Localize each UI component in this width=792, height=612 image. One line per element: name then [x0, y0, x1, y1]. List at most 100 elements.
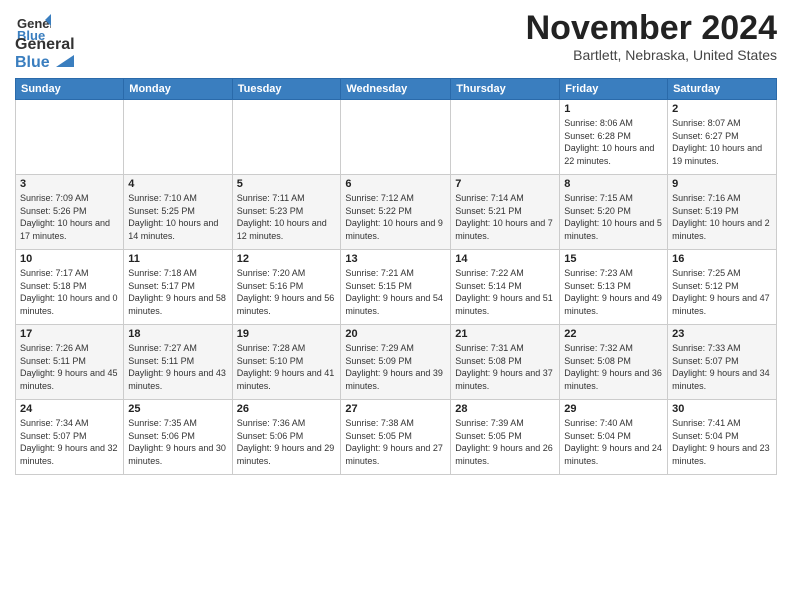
- day-number: 20: [345, 328, 446, 340]
- day-number: 14: [455, 253, 555, 265]
- calendar-table: Sunday Monday Tuesday Wednesday Thursday…: [15, 78, 777, 475]
- day-number: 25: [128, 403, 227, 415]
- day-number: 1: [564, 103, 663, 115]
- day-number: 17: [20, 328, 119, 340]
- day-number: 18: [128, 328, 227, 340]
- day-number: 24: [20, 403, 119, 415]
- calendar-cell: 19 Sunrise: 7:28 AM Sunset: 5:10 PM Dayli…: [232, 325, 341, 400]
- calendar-cell: 7 Sunrise: 7:14 AM Sunset: 5:21 PM Daylig…: [451, 175, 560, 250]
- calendar-cell: 29 Sunrise: 7:40 AM Sunset: 5:04 PM Dayli…: [560, 400, 668, 475]
- day-number: 29: [564, 403, 663, 415]
- day-info: Sunrise: 7:28 AM Sunset: 5:10 PM Dayligh…: [237, 342, 337, 392]
- day-info: Sunrise: 7:27 AM Sunset: 5:11 PM Dayligh…: [128, 342, 227, 392]
- day-number: 21: [455, 328, 555, 340]
- calendar-cell: 28 Sunrise: 7:39 AM Sunset: 5:05 PM Dayli…: [451, 400, 560, 475]
- title-block: November 2024 Bartlett, Nebraska, United…: [526, 10, 777, 63]
- day-number: 9: [672, 178, 772, 190]
- day-info: Sunrise: 7:10 AM Sunset: 5:25 PM Dayligh…: [128, 192, 227, 242]
- month-year: November 2024: [526, 10, 777, 47]
- day-info: Sunrise: 7:14 AM Sunset: 5:21 PM Dayligh…: [455, 192, 555, 242]
- day-number: 16: [672, 253, 772, 265]
- day-number: 10: [20, 253, 119, 265]
- day-number: 2: [672, 103, 772, 115]
- day-info: Sunrise: 8:06 AM Sunset: 6:28 PM Dayligh…: [564, 117, 663, 167]
- calendar-cell: 13Sunrise: 7:21 AM Sunset: 5:15 PM Dayli…: [341, 250, 451, 325]
- calendar-cell: [232, 100, 341, 175]
- day-info: Sunrise: 7:41 AM Sunset: 5:04 PM Dayligh…: [672, 417, 772, 467]
- calendar-cell: 16 Sunrise: 7:25 AM Sunset: 5:12 PM Dayli…: [668, 250, 777, 325]
- day-number: 26: [237, 403, 337, 415]
- day-info: Sunrise: 7:34 AM Sunset: 5:07 PM Dayligh…: [20, 417, 119, 467]
- calendar-cell: 30 Sunrise: 7:41 AM Sunset: 5:04 PM Dayli…: [668, 400, 777, 475]
- day-info: Sunrise: 7:32 AM Sunset: 5:08 PM Dayligh…: [564, 342, 663, 392]
- calendar-cell: 26Sunrise: 7:36 AM Sunset: 5:06 PM Dayli…: [232, 400, 341, 475]
- calendar-cell: 1 Sunrise: 8:06 AM Sunset: 6:28 PM Daylig…: [560, 100, 668, 175]
- week-row-1: 1 Sunrise: 8:06 AM Sunset: 6:28 PM Daylig…: [16, 100, 777, 175]
- day-number: 28: [455, 403, 555, 415]
- calendar-cell: 3 Sunrise: 7:09 AM Sunset: 5:26 PM Daylig…: [16, 175, 124, 250]
- header-wednesday: Wednesday: [341, 79, 451, 100]
- header-saturday: Saturday: [668, 79, 777, 100]
- day-number: 11: [128, 253, 227, 265]
- calendar-cell: [124, 100, 232, 175]
- day-info: Sunrise: 8:07 AM Sunset: 6:27 PM Dayligh…: [672, 117, 772, 167]
- day-info: Sunrise: 7:17 AM Sunset: 5:18 PM Dayligh…: [20, 267, 119, 317]
- calendar-cell: 18 Sunrise: 7:27 AM Sunset: 5:11 PM Dayli…: [124, 325, 232, 400]
- day-info: Sunrise: 7:09 AM Sunset: 5:26 PM Dayligh…: [20, 192, 119, 242]
- location: Bartlett, Nebraska, United States: [526, 47, 777, 63]
- calendar-cell: 25 Sunrise: 7:35 AM Sunset: 5:06 PM Dayli…: [124, 400, 232, 475]
- day-info: Sunrise: 7:40 AM Sunset: 5:04 PM Dayligh…: [564, 417, 663, 467]
- day-info: Sunrise: 7:33 AM Sunset: 5:07 PM Dayligh…: [672, 342, 772, 392]
- day-info: Sunrise: 7:15 AM Sunset: 5:20 PM Dayligh…: [564, 192, 663, 242]
- calendar-cell: [16, 100, 124, 175]
- calendar-cell: 2 Sunrise: 8:07 AM Sunset: 6:27 PM Daylig…: [668, 100, 777, 175]
- calendar-cell: 6 Sunrise: 7:12 AM Sunset: 5:22 PM Daylig…: [341, 175, 451, 250]
- day-number: 19: [237, 328, 337, 340]
- day-number: 6: [345, 178, 446, 190]
- week-row-4: 17 Sunrise: 7:26 AM Sunset: 5:11 PM Dayli…: [16, 325, 777, 400]
- page-container: General Blue General Blue November 2024 …: [0, 0, 792, 480]
- day-number: 22: [564, 328, 663, 340]
- day-info: Sunrise: 7:23 AM Sunset: 5:13 PM Dayligh…: [564, 267, 663, 317]
- weekday-header-row: Sunday Monday Tuesday Wednesday Thursday…: [16, 79, 777, 100]
- day-info: Sunrise: 7:39 AM Sunset: 5:05 PM Dayligh…: [455, 417, 555, 467]
- calendar-cell: 8Sunrise: 7:15 AM Sunset: 5:20 PM Daylig…: [560, 175, 668, 250]
- week-row-5: 24 Sunrise: 7:34 AM Sunset: 5:07 PM Dayli…: [16, 400, 777, 475]
- calendar-cell: 27Sunrise: 7:38 AM Sunset: 5:05 PM Dayli…: [341, 400, 451, 475]
- calendar-cell: [451, 100, 560, 175]
- week-row-3: 10 Sunrise: 7:17 AM Sunset: 5:18 PM Dayli…: [16, 250, 777, 325]
- day-info: Sunrise: 7:18 AM Sunset: 5:17 PM Dayligh…: [128, 267, 227, 317]
- calendar-cell: 4 Sunrise: 7:10 AM Sunset: 5:25 PM Daylig…: [124, 175, 232, 250]
- calendar-cell: 24 Sunrise: 7:34 AM Sunset: 5:07 PM Dayli…: [16, 400, 124, 475]
- day-info: Sunrise: 7:38 AM Sunset: 5:05 PM Dayligh…: [345, 417, 446, 467]
- calendar-cell: [341, 100, 451, 175]
- day-info: Sunrise: 7:31 AM Sunset: 5:08 PM Dayligh…: [455, 342, 555, 392]
- day-number: 4: [128, 178, 227, 190]
- day-number: 30: [672, 403, 772, 415]
- day-info: Sunrise: 7:35 AM Sunset: 5:06 PM Dayligh…: [128, 417, 227, 467]
- day-number: 13: [345, 253, 446, 265]
- day-number: 12: [237, 253, 337, 265]
- calendar-cell: 21 Sunrise: 7:31 AM Sunset: 5:08 PM Dayli…: [451, 325, 560, 400]
- logo-blue: Blue: [15, 54, 50, 71]
- header-monday: Monday: [124, 79, 232, 100]
- header-friday: Friday: [560, 79, 668, 100]
- logo-chevron-icon: [56, 55, 74, 67]
- day-number: 3: [20, 178, 119, 190]
- calendar-cell: 23 Sunrise: 7:33 AM Sunset: 5:07 PM Dayli…: [668, 325, 777, 400]
- day-info: Sunrise: 7:20 AM Sunset: 5:16 PM Dayligh…: [237, 267, 337, 317]
- day-number: 5: [237, 178, 337, 190]
- day-number: 15: [564, 253, 663, 265]
- day-info: Sunrise: 7:26 AM Sunset: 5:11 PM Dayligh…: [20, 342, 119, 392]
- day-info: Sunrise: 7:12 AM Sunset: 5:22 PM Dayligh…: [345, 192, 446, 242]
- day-info: Sunrise: 7:29 AM Sunset: 5:09 PM Dayligh…: [345, 342, 446, 392]
- header-tuesday: Tuesday: [232, 79, 341, 100]
- day-number: 7: [455, 178, 555, 190]
- calendar-cell: 10 Sunrise: 7:17 AM Sunset: 5:18 PM Dayli…: [16, 250, 124, 325]
- calendar-cell: 14Sunrise: 7:22 AM Sunset: 5:14 PM Dayli…: [451, 250, 560, 325]
- header: General Blue General Blue November 2024 …: [15, 10, 777, 72]
- day-info: Sunrise: 7:25 AM Sunset: 5:12 PM Dayligh…: [672, 267, 772, 317]
- day-number: 23: [672, 328, 772, 340]
- week-row-2: 3 Sunrise: 7:09 AM Sunset: 5:26 PM Daylig…: [16, 175, 777, 250]
- header-thursday: Thursday: [451, 79, 560, 100]
